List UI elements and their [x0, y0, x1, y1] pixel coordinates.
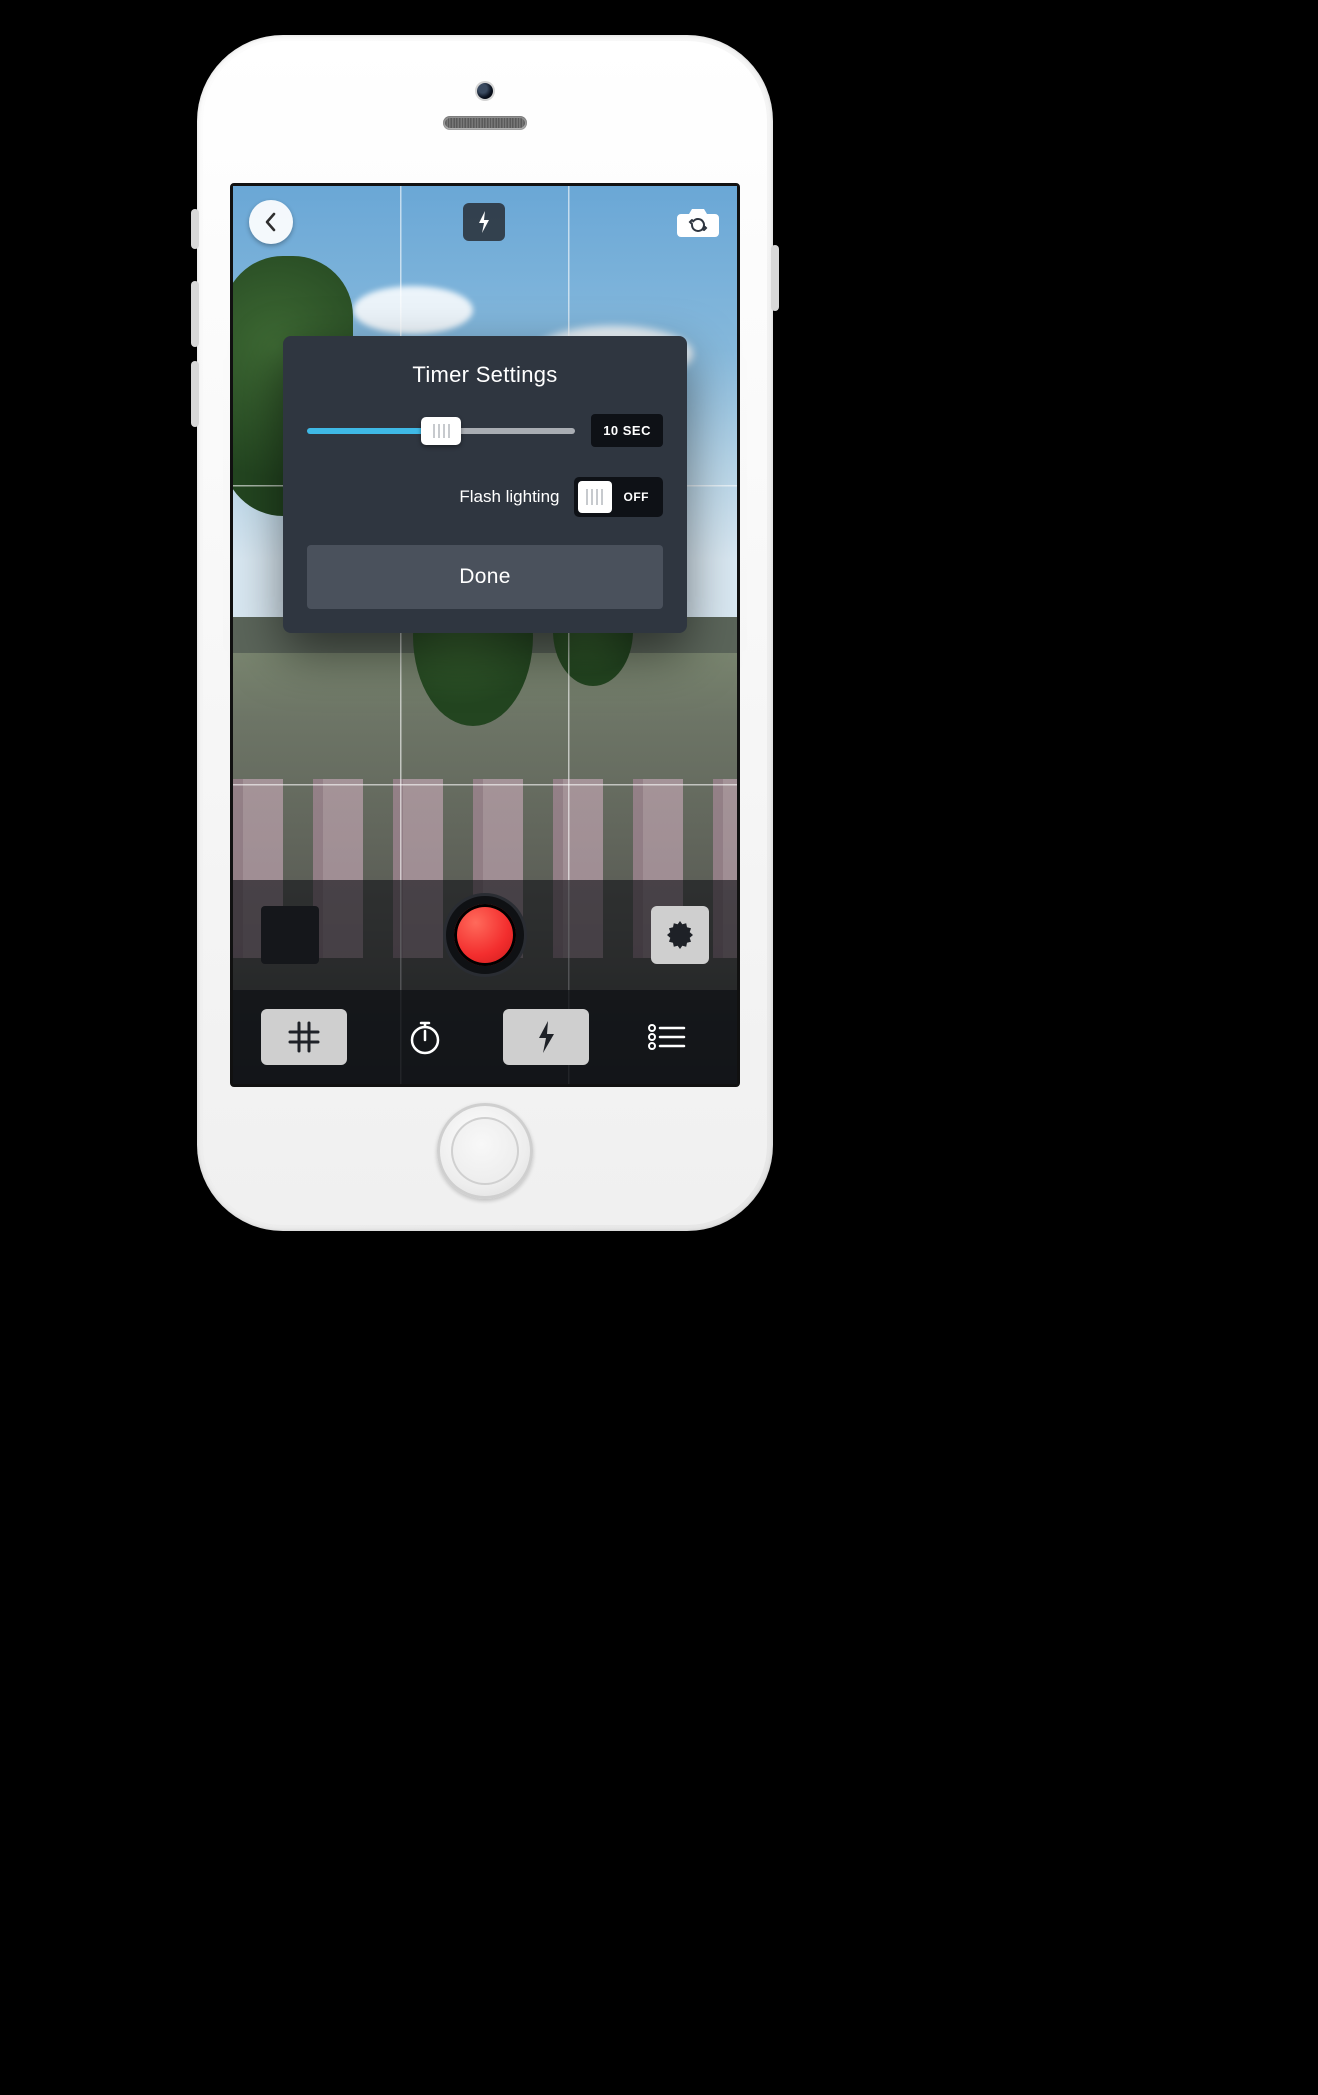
top-bar — [233, 186, 737, 258]
front-camera — [477, 83, 493, 99]
settings-button[interactable] — [651, 906, 709, 964]
capture-bar — [233, 880, 737, 990]
slider-thumb[interactable] — [421, 417, 461, 445]
flash-toggle-label: Flash lighting — [459, 487, 559, 507]
last-photo-thumbnail[interactable] — [261, 906, 319, 964]
flash-toggle-button[interactable] — [503, 1009, 589, 1065]
flash-icon — [477, 211, 491, 233]
timer-value-badge: 10 SEC — [591, 414, 663, 447]
gear-icon — [663, 918, 697, 952]
flash-mode-button[interactable] — [463, 203, 505, 241]
timer-slider-row: 10 SEC — [307, 414, 663, 447]
grid-toggle-button[interactable] — [261, 1009, 347, 1065]
toggle-knob[interactable] — [578, 481, 612, 513]
record-button[interactable] — [443, 893, 527, 977]
modal-title: Timer Settings — [307, 362, 663, 388]
timer-settings-modal: Timer Settings 10 SEC Flash lighting OFF… — [283, 336, 687, 633]
flash-icon — [536, 1021, 556, 1053]
volume-up-button — [191, 281, 199, 347]
back-button[interactable] — [249, 200, 293, 244]
flash-toggle-row: Flash lighting OFF — [307, 477, 663, 517]
power-button — [771, 245, 779, 311]
scene-cloud — [353, 286, 473, 334]
record-indicator — [454, 904, 516, 966]
options-list-icon — [647, 1023, 687, 1051]
camera-switch-icon — [675, 204, 721, 240]
timer-button[interactable] — [382, 1009, 468, 1065]
timer-icon — [407, 1018, 443, 1056]
chevron-left-icon — [264, 212, 278, 232]
home-button[interactable] — [437, 1103, 533, 1199]
options-button[interactable] — [624, 1009, 710, 1065]
volume-down-button — [191, 361, 199, 427]
done-button[interactable]: Done — [307, 545, 663, 609]
toggle-state-label: OFF — [614, 490, 660, 504]
timer-slider[interactable] — [307, 428, 575, 434]
mode-toolbar — [233, 990, 737, 1084]
phone-frame: Timer Settings 10 SEC Flash lighting OFF… — [197, 35, 773, 1231]
flash-toggle[interactable]: OFF — [574, 477, 664, 517]
earpiece-speaker — [443, 116, 527, 130]
mute-switch — [191, 209, 199, 249]
grid-icon — [287, 1020, 321, 1054]
screen: Timer Settings 10 SEC Flash lighting OFF… — [230, 183, 740, 1087]
switch-camera-button[interactable] — [675, 204, 721, 240]
